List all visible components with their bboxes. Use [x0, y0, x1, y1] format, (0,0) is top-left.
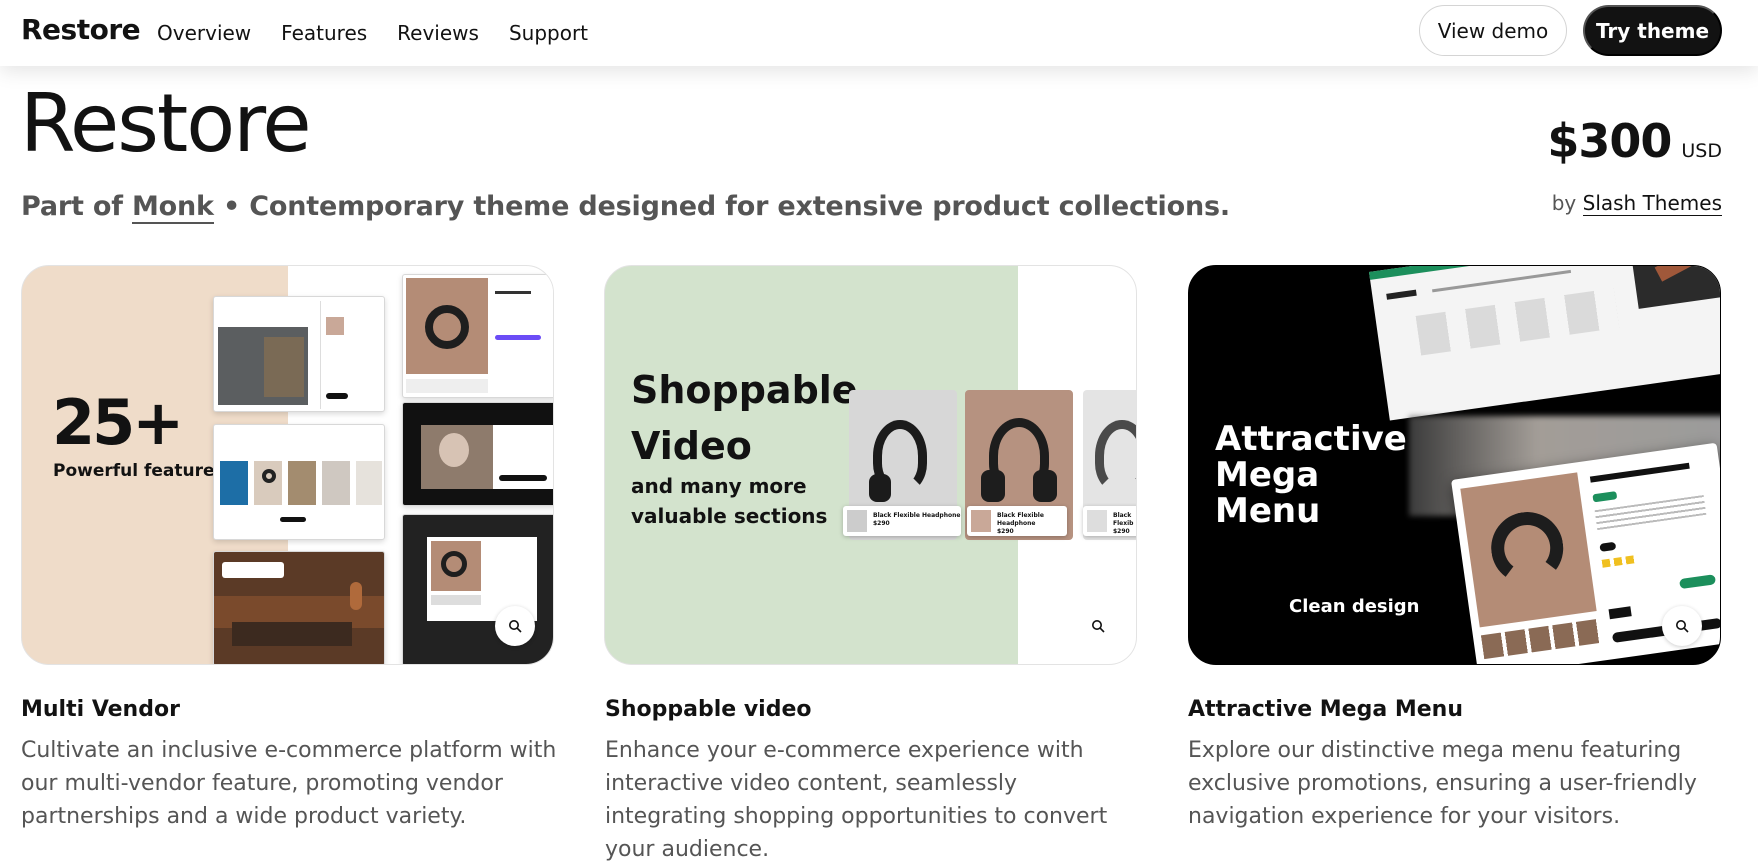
video-product-tag-name: Black Flexible Headphone [873, 512, 961, 519]
zoom-button[interactable] [1078, 606, 1118, 646]
video-product-tag-price: $290 [1113, 528, 1130, 535]
clean-design-label: Clean design [1289, 596, 1420, 617]
preview-collection-screenshot [213, 424, 385, 540]
preview-product-screenshot [402, 274, 553, 398]
card-description-mega-menu: Explore our distinctive mega menu featur… [1188, 738, 1697, 829]
subtitle-description: • Contemporary theme designed for extens… [223, 191, 1230, 222]
card-title-mega-menu: Attractive Mega Menu [1188, 697, 1463, 722]
view-demo-button[interactable]: View demo [1419, 5, 1567, 56]
card-description-shoppable-video: Enhance your e-commerce experience with … [605, 738, 1108, 862]
page-title: Restore [20, 77, 312, 170]
preview-video-screenshot [402, 402, 553, 506]
magnifier-icon [1092, 620, 1105, 633]
card-title-shoppable-video: Shoppable video [605, 697, 812, 722]
mega-menu-screenshot [1369, 266, 1720, 421]
video-product-tag-price: $290 [873, 520, 890, 527]
video-product-tag-name: Black Flexib [1113, 512, 1134, 527]
magnifier-icon [1676, 620, 1689, 633]
nav-support[interactable]: Support [509, 21, 588, 45]
product-thumb [1087, 510, 1107, 532]
main-nav: Overview Features Reviews Support [157, 21, 588, 45]
preview-sofa-screenshot [213, 551, 385, 664]
video-product-tag-2[interactable]: Black Flexible Headphone $290 [967, 506, 1067, 536]
monk-link[interactable]: Monk [132, 191, 214, 224]
shoppable-video-heading: Shoppable Video [631, 368, 858, 468]
theme-subtitle: Part of Monk • Contemporary theme design… [21, 191, 1230, 224]
zoom-button[interactable] [495, 606, 535, 646]
nav-reviews[interactable]: Reviews [397, 21, 479, 45]
shoppable-video-subheading: and many more valuable sections [631, 474, 828, 528]
top-bar: Restore Overview Features Reviews Suppor… [0, 0, 1758, 66]
video-product-tag-price: $290 [997, 528, 1014, 535]
preview-cart-screenshot [213, 296, 385, 412]
author-line: by Slash Themes [1551, 191, 1722, 216]
logo[interactable]: Restore [21, 13, 141, 46]
video-product-tag-3[interactable]: Black Flexib $290 [1083, 506, 1136, 536]
card-title-multi-vendor: Multi Vendor [21, 697, 180, 722]
video-product-tag-1[interactable]: Black Flexible Headphone $290 [843, 506, 961, 536]
feature-count-label: Powerful features [53, 461, 225, 481]
nav-overview[interactable]: Overview [157, 21, 251, 45]
video-product-tag-name: Black Flexible Headphone [997, 512, 1044, 527]
card-description-multi-vendor: Cultivate an inclusive e-commerce platfo… [21, 738, 557, 829]
feature-card-shoppable-video[interactable]: Shoppable Video and many more valuable s… [604, 265, 1137, 665]
try-theme-button[interactable]: Try theme [1583, 5, 1722, 56]
feature-count: 25+ [52, 386, 184, 459]
product-thumb [971, 510, 991, 532]
product-thumb [847, 510, 867, 532]
subtitle-prefix: Part of [21, 191, 123, 222]
feature-card-mega-menu[interactable]: Attractive Mega Menu Clean design [1188, 265, 1721, 665]
author-link[interactable]: Slash Themes [1582, 191, 1722, 216]
mega-menu-heading: Attractive Mega Menu [1215, 419, 1407, 531]
author-prefix: by [1551, 191, 1577, 215]
feature-card-multi-vendor[interactable]: 25+ Powerful features [21, 265, 554, 665]
price-amount: $300 [1547, 114, 1672, 168]
price-currency: USD [1681, 140, 1722, 162]
zoom-button[interactable] [1662, 606, 1702, 646]
preview-video2-screenshot [402, 514, 553, 664]
magnifier-icon [509, 620, 522, 633]
price: $300 USD [1547, 114, 1722, 168]
nav-features[interactable]: Features [281, 21, 367, 45]
